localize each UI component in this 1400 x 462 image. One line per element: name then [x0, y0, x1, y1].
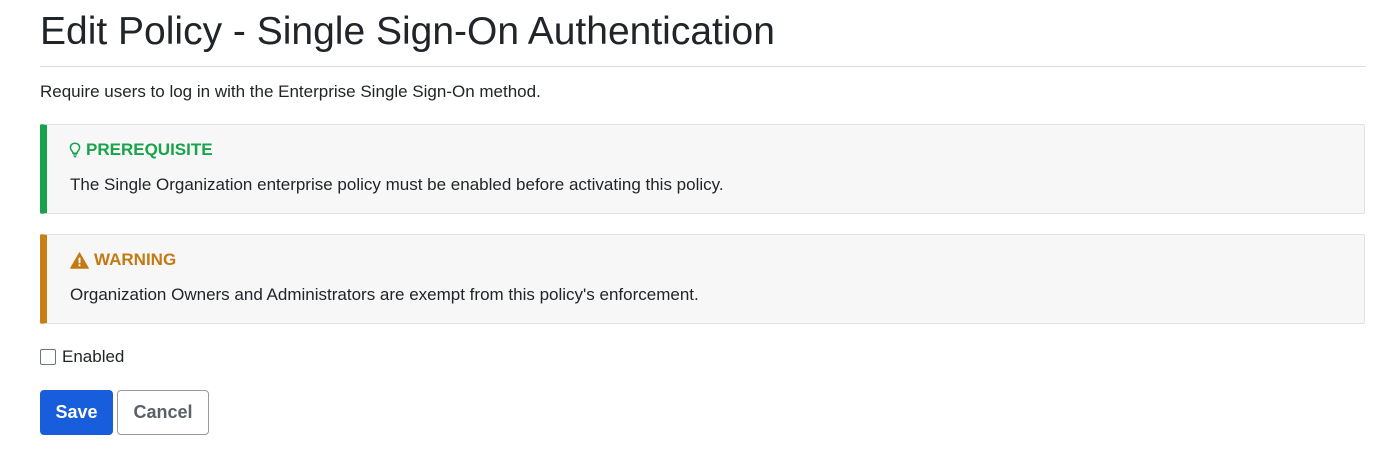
edit-policy-dialog: Edit Policy - Single Sign-On Authenticat… [0, 0, 1400, 462]
warning-text: Organization Owners and Administrators a… [70, 285, 699, 304]
enabled-label: Enabled [62, 347, 125, 366]
warning-title: WARNING [94, 250, 177, 269]
prerequisite-text: The Single Organization enterprise polic… [70, 175, 724, 194]
save-button[interactable]: Save [40, 390, 113, 435]
cancel-button[interactable]: Cancel [117, 390, 209, 435]
warning-callout: WARNING Organization Owners and Administ… [40, 234, 1365, 324]
title-divider [40, 66, 1366, 67]
prerequisite-title: PREREQUISITE [86, 140, 213, 159]
enabled-checkbox[interactable] [40, 349, 56, 365]
prerequisite-callout-header: PREREQUISITE [69, 139, 213, 161]
warning-callout-header: WARNING [70, 249, 176, 271]
lightbulb-icon [69, 142, 86, 158]
prerequisite-callout: PREREQUISITE The Single Organization ent… [40, 124, 1365, 214]
enabled-checkbox-row[interactable]: Enabled [40, 346, 124, 368]
policy-description: Require users to log in with the Enterpr… [40, 82, 541, 101]
page-title: Edit Policy - Single Sign-On Authenticat… [40, 10, 775, 53]
warning-icon [70, 251, 94, 269]
